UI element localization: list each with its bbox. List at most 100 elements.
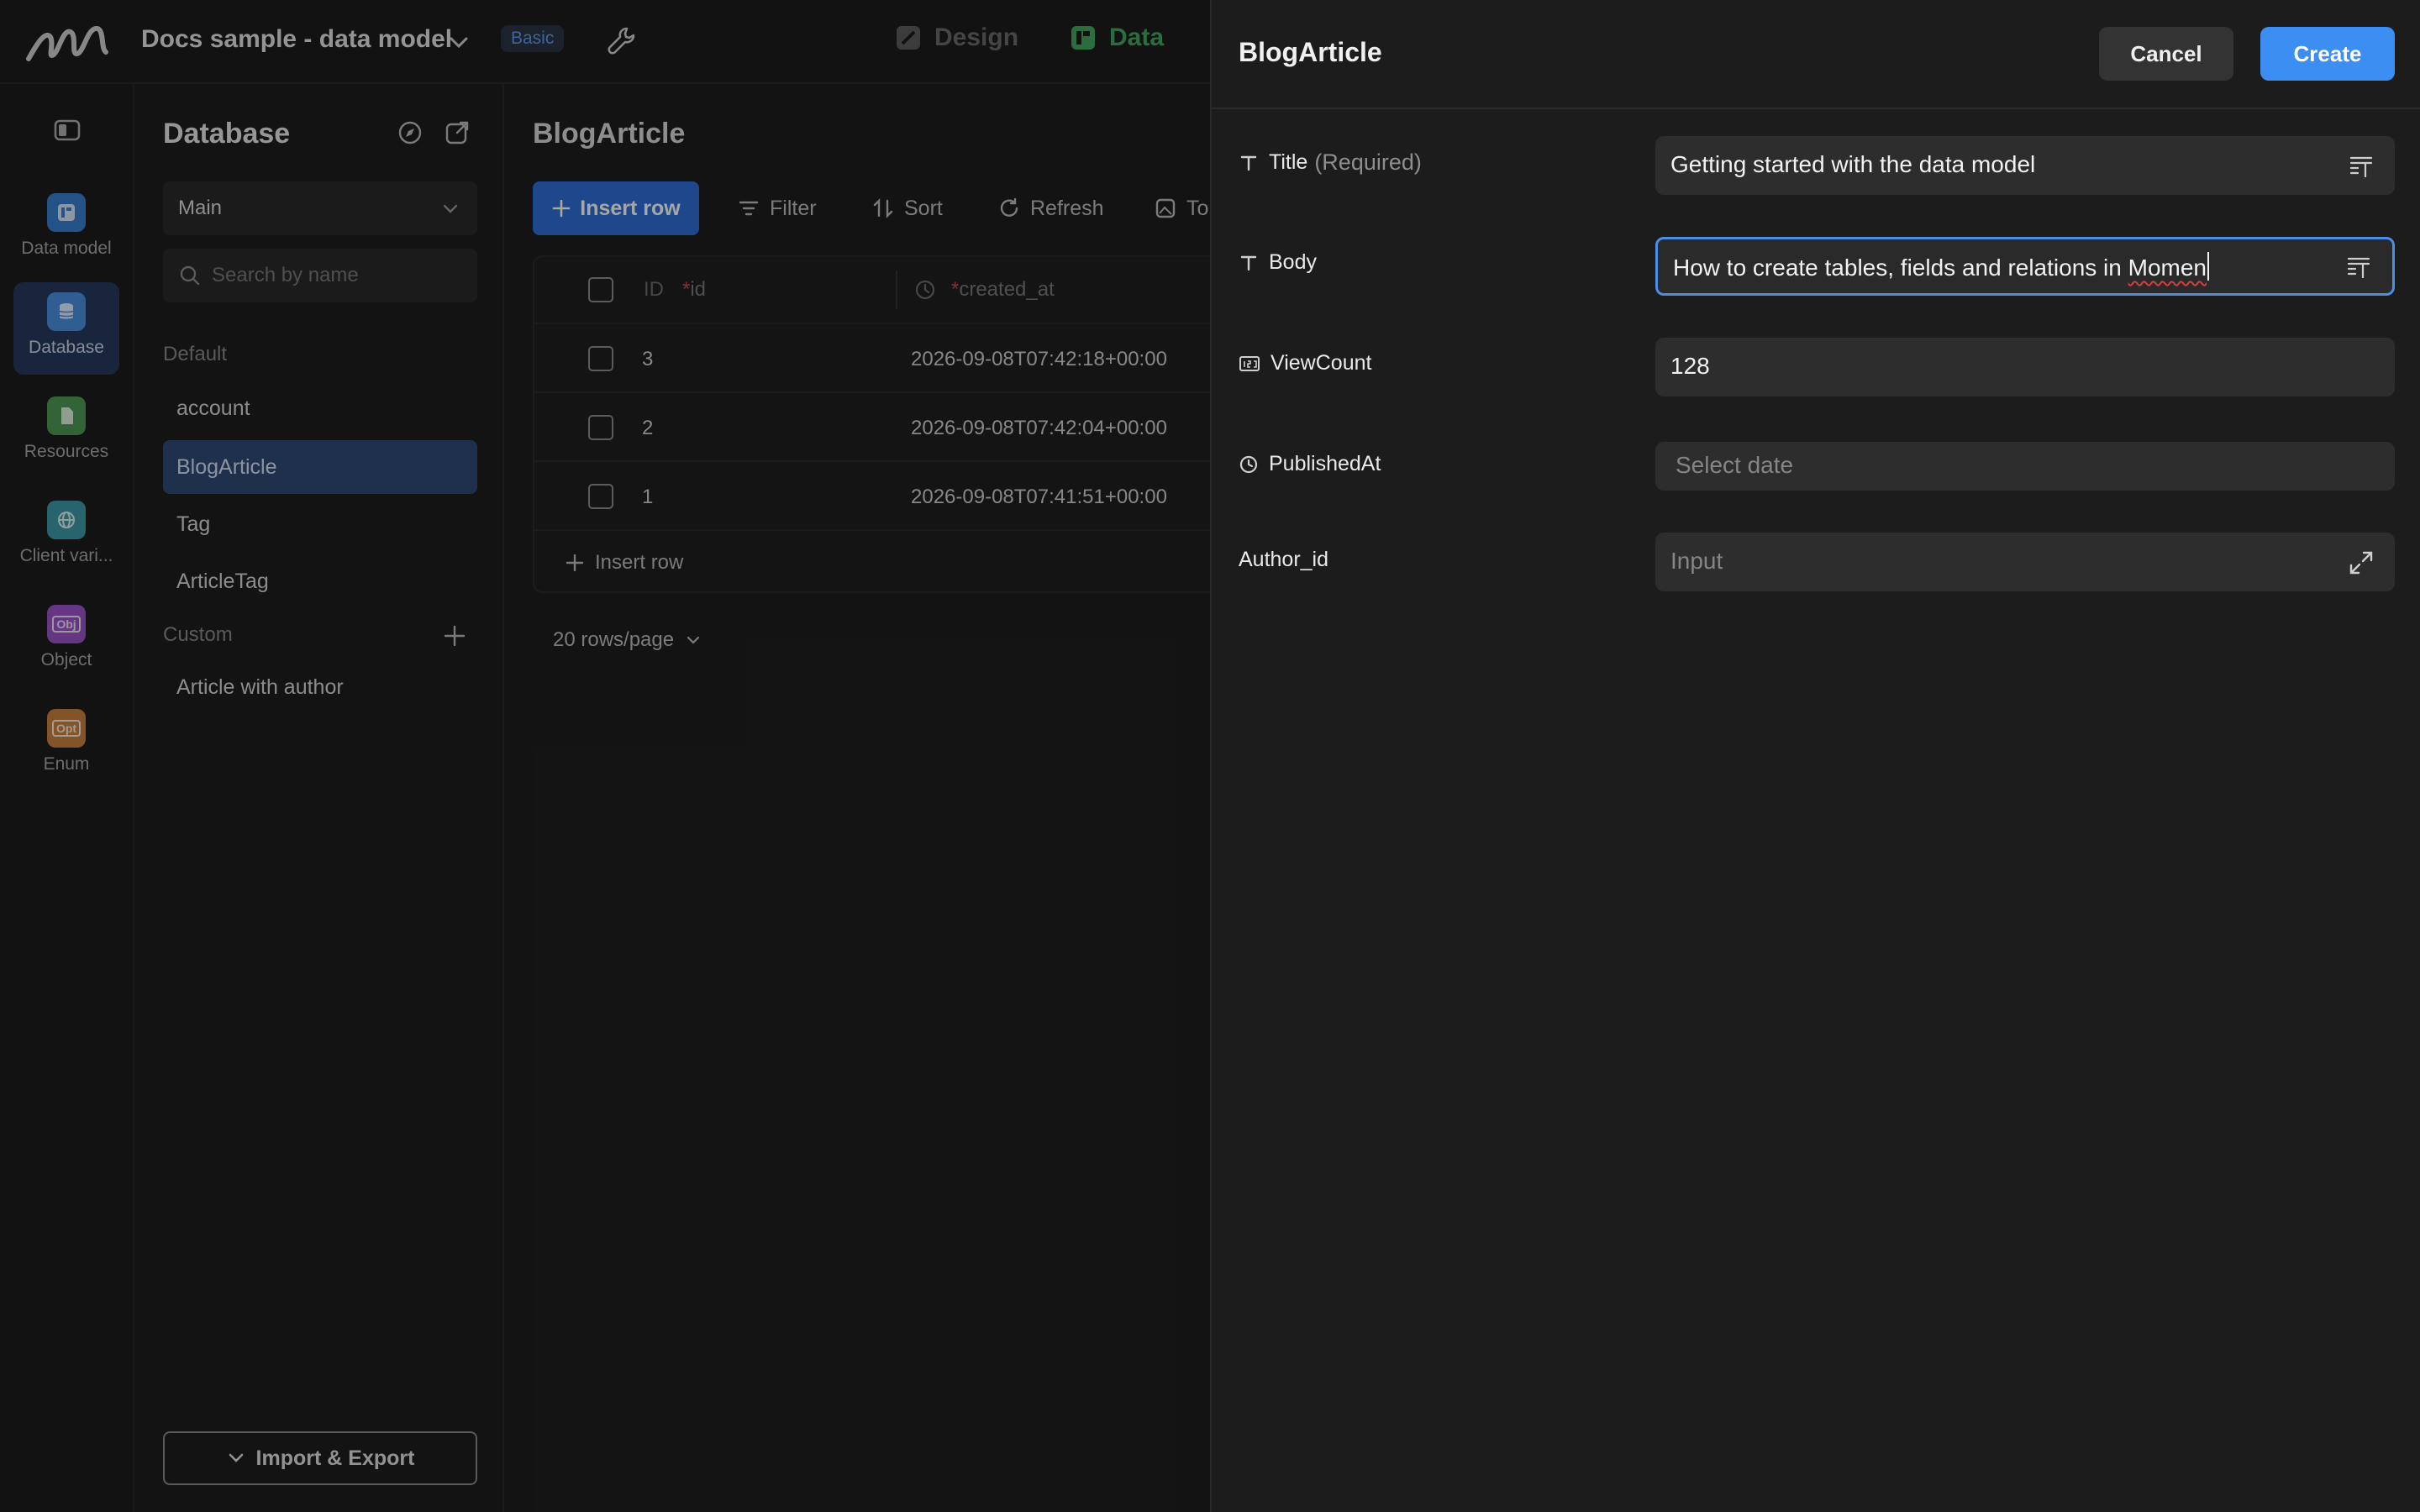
- rail-item-database[interactable]: Database: [13, 282, 119, 375]
- search-input[interactable]: [212, 259, 464, 292]
- refresh-label: Refresh: [1030, 196, 1104, 220]
- rail-item-label: Client vari...: [19, 546, 113, 565]
- author-id-input[interactable]: Input: [1655, 533, 2395, 591]
- table-item-articletag[interactable]: ArticleTag: [163, 554, 477, 608]
- table-footer-row: Insert row: [534, 529, 1210, 591]
- mode-tab-design-label: Design: [934, 24, 1019, 51]
- row-checkbox[interactable]: [588, 484, 613, 509]
- title-input[interactable]: Getting started with the data model: [1655, 136, 2395, 195]
- external-link-icon[interactable]: [444, 119, 471, 146]
- field-publishedat-name: PublishedAt: [1269, 452, 1381, 475]
- expand-icon[interactable]: [2348, 549, 2375, 576]
- database-panel-title: Database: [163, 118, 291, 150]
- row-checkbox[interactable]: [588, 415, 613, 440]
- project-title[interactable]: Docs sample - data model: [141, 25, 452, 54]
- chevron-down-icon: [684, 631, 702, 649]
- database-panel: Database Main Default account BlogArticl…: [136, 84, 504, 1512]
- text-format-icon[interactable]: [2348, 153, 2375, 180]
- design-icon: [894, 24, 923, 52]
- table-item-tag[interactable]: Tag: [163, 497, 477, 551]
- page-title: BlogArticle: [533, 118, 686, 150]
- select-all-checkbox[interactable]: [588, 277, 613, 302]
- wrench-icon[interactable]: [607, 25, 637, 55]
- rail-item-object[interactable]: Obj Object: [13, 595, 119, 687]
- toolbar-button-to[interactable]: To: [1155, 181, 1208, 235]
- object-icon: Obj: [47, 605, 86, 643]
- rail-item-enum[interactable]: Opt Enum: [13, 699, 119, 791]
- text-caret: [2207, 252, 2209, 281]
- filter-button[interactable]: Filter: [738, 181, 817, 235]
- refresh-button[interactable]: Refresh: [998, 181, 1104, 235]
- text-type-icon: [1239, 253, 1259, 273]
- add-custom-table-icon[interactable]: [442, 623, 467, 648]
- create-record-drawer: BlogArticle Cancel Create Title (Require…: [1210, 0, 2420, 1512]
- clock-icon: [1239, 454, 1259, 475]
- momen-logo-icon[interactable]: [25, 18, 109, 66]
- mode-tab-data[interactable]: Data: [1069, 24, 1164, 52]
- filter-icon: [738, 197, 760, 219]
- search-icon: [178, 264, 202, 287]
- compass-icon[interactable]: [397, 119, 424, 146]
- cell-id: 2: [642, 417, 654, 439]
- viewcount-input-value: 128: [1670, 353, 1710, 379]
- field-viewcount-name: ViewCount: [1270, 351, 1372, 375]
- rail-item-label: Database: [29, 338, 104, 357]
- column-header-id[interactable]: ID * id: [644, 257, 706, 323]
- database-select[interactable]: Main: [163, 181, 477, 235]
- data-icon: [1069, 24, 1097, 52]
- cell-created-at: 2026-09-08T07:42:18+00:00: [911, 348, 1167, 370]
- column-header-created-at[interactable]: * created_at: [914, 257, 1055, 323]
- rows-per-page-label: 20 rows/page: [553, 628, 675, 651]
- field-label-title: Title (Required): [1239, 150, 1422, 176]
- table-item-account[interactable]: account: [163, 381, 477, 435]
- insert-row-link-label: Insert row: [595, 551, 684, 574]
- plus-icon: [551, 198, 571, 218]
- mode-tab-design[interactable]: Design: [894, 24, 1018, 52]
- publishedat-date-picker[interactable]: Select date: [1655, 442, 2395, 491]
- table-item-article-with-author[interactable]: Article with author: [163, 660, 477, 714]
- body-value-misspelled: Momen: [2128, 255, 2207, 281]
- rail-item-label: Object: [40, 650, 92, 669]
- left-icon-rail: Data model Database Resources Client var…: [0, 84, 134, 1512]
- filter-label: Filter: [770, 196, 817, 220]
- import-export-button[interactable]: Import & Export: [163, 1431, 477, 1485]
- cancel-button[interactable]: Cancel: [2099, 27, 2233, 81]
- rail-item-resources[interactable]: Resources: [13, 386, 119, 479]
- number-type-icon: [1239, 354, 1260, 374]
- rail-item-client-variables[interactable]: Client vari...: [13, 491, 119, 583]
- rows-per-page-select[interactable]: 20 rows/page: [553, 628, 702, 652]
- section-label-default: Default: [163, 343, 228, 365]
- table-row[interactable]: 2 2026-09-08T07:42:04+00:00: [534, 391, 1210, 460]
- plus-icon: [565, 553, 585, 573]
- sort-button[interactable]: Sort: [872, 181, 943, 235]
- required-marker: (Required): [1314, 150, 1422, 175]
- row-checkbox[interactable]: [588, 346, 613, 371]
- table-item-blogarticle[interactable]: BlogArticle: [163, 440, 477, 494]
- cell-created-at: 2026-09-08T07:41:51+00:00: [911, 486, 1167, 508]
- insert-row-button[interactable]: Insert row: [533, 181, 699, 235]
- resources-icon: [47, 396, 86, 435]
- rail-item-data-model[interactable]: Data model: [13, 183, 119, 276]
- viewcount-input[interactable]: 128: [1655, 338, 2395, 396]
- column-id-label: id: [690, 278, 707, 301]
- field-label-author-id: Author_id: [1239, 548, 1328, 572]
- column-created-at-label: created_at: [959, 278, 1055, 301]
- object-glyph: Obj: [52, 616, 81, 633]
- text-format-icon[interactable]: [2345, 254, 2372, 281]
- body-input[interactable]: How to create tables, fields and relatio…: [1655, 237, 2395, 296]
- import-export-label: Import & Export: [255, 1446, 415, 1470]
- cell-id: 1: [642, 486, 654, 508]
- insert-row-link[interactable]: Insert row: [565, 551, 683, 575]
- author-id-placeholder: Input: [1670, 548, 1723, 574]
- create-button[interactable]: Create: [2260, 27, 2395, 81]
- table-row[interactable]: 3 2026-09-08T07:42:18+00:00: [534, 323, 1210, 391]
- chevron-down-icon: [226, 1448, 246, 1468]
- chevron-down-icon[interactable]: [447, 30, 471, 54]
- sidebar-toggle-icon[interactable]: [54, 119, 81, 141]
- table-row[interactable]: 1 2026-09-08T07:41:51+00:00: [534, 460, 1210, 529]
- enum-glyph: Opt: [51, 720, 82, 737]
- mode-tab-data-label: Data: [1109, 24, 1165, 51]
- sort-label: Sort: [904, 196, 943, 220]
- clock-icon: [914, 279, 936, 301]
- image-icon: [1155, 197, 1176, 219]
